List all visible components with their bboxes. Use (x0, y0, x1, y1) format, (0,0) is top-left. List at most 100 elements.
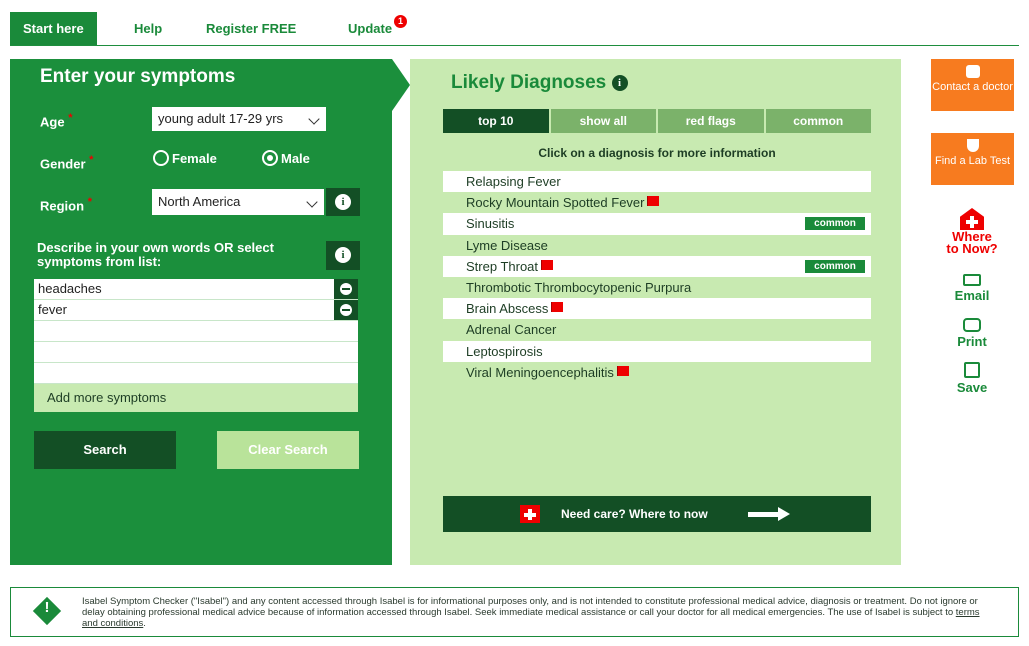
red-flag-icon (551, 302, 564, 313)
info-icon[interactable]: i (611, 75, 628, 91)
red-flag-icon (616, 365, 629, 376)
disclaimer-text: Isabel Symptom Checker ("Isabel") and an… (82, 596, 982, 629)
region-select[interactable]: North America (152, 189, 324, 215)
diagnosis-name: Strep Throat (466, 258, 539, 274)
form-title: Enter your symptoms (40, 66, 236, 87)
required-mark: * (87, 196, 92, 208)
diagnosis-name: Rocky Mountain Spotted Fever (466, 195, 645, 211)
find-lab-label: Find a Lab Test (934, 155, 1010, 167)
arrow-right-icon (748, 507, 790, 521)
diagnosis-item[interactable]: Thrombotic Thrombocytopenic Purpura (443, 277, 871, 298)
symptom-text: fever (38, 302, 67, 317)
gender-label: Gender * (40, 154, 93, 171)
age-label-text: Age (40, 114, 65, 130)
tab-help[interactable]: Help (134, 12, 162, 45)
age-select-value: young adult 17-29 yrs (158, 111, 284, 126)
remove-icon[interactable] (334, 279, 358, 299)
symptom-row-empty[interactable] (34, 363, 358, 384)
diagnosis-item[interactable]: Rocky Mountain Spotted Fever (443, 192, 871, 213)
tab-start-here[interactable]: Start here (10, 12, 97, 45)
diagnosis-item[interactable]: Brain Abscess (443, 298, 871, 320)
required-mark: * (89, 154, 94, 166)
diagnosis-name: Adrenal Cancer (466, 322, 557, 338)
tab-red-flags[interactable]: red flags (658, 109, 764, 133)
region-select-value: North America (158, 194, 241, 209)
gender-male-label: Male (281, 151, 310, 166)
common-badge: common (805, 259, 865, 273)
symptom-row[interactable]: fever (34, 300, 358, 321)
gender-label-text: Gender (40, 156, 86, 172)
need-care-button[interactable]: Need care? Where to now (443, 496, 871, 532)
clear-search-button[interactable]: Clear Search (217, 431, 359, 469)
contact-doctor-label: Contact a doctor (932, 81, 1013, 93)
tab-top-10[interactable]: top 10 (443, 109, 549, 133)
symptom-row[interactable]: headaches (34, 279, 358, 300)
email-button[interactable]: Email (946, 274, 998, 303)
find-lab-test-button[interactable]: Find a Lab Test (931, 133, 1014, 185)
gender-female-radio[interactable]: Female (153, 150, 217, 166)
radio-selected-icon (262, 150, 278, 166)
diagnoses-title-text: Likely Diagnoses (451, 72, 607, 93)
tab-common[interactable]: common (765, 109, 871, 133)
update-badge: 1 (394, 15, 408, 28)
age-select[interactable]: young adult 17-29 yrs (152, 107, 326, 131)
diagnosis-name: Leptospirosis (466, 343, 543, 359)
where-to-now-label: Where to Now? (946, 229, 998, 256)
diagnosis-item[interactable]: Lyme Disease (443, 235, 871, 256)
envelope-icon (963, 274, 981, 286)
contact-doctor-button[interactable]: Contact a doctor (931, 59, 1014, 111)
chevron-down-icon (306, 196, 318, 208)
required-mark: * (68, 112, 73, 124)
symptom-text: headaches (38, 281, 102, 296)
radio-icon (153, 150, 169, 166)
diagnosis-item[interactable]: Strep Throat common (443, 255, 871, 277)
diagnosis-name: Brain Abscess (466, 301, 549, 317)
disclaimer-end: . (143, 618, 146, 629)
add-more-symptoms-button[interactable]: Add more symptoms (34, 384, 358, 412)
red-flag-icon (541, 259, 554, 270)
diagnosis-item[interactable]: Viral Meningoencephalitis (443, 362, 871, 383)
disclaimer-box: ! Isabel Symptom Checker ("Isabel") and … (10, 587, 1019, 637)
region-label: Region * (40, 196, 92, 213)
symptom-row-empty[interactable] (34, 342, 358, 363)
search-button[interactable]: Search (34, 431, 176, 469)
save-button[interactable]: Save (946, 362, 998, 395)
info-icon: i (335, 247, 351, 263)
diagnosis-item[interactable]: Relapsing Fever (443, 171, 871, 193)
describe-label: Describe in your own words OR select sym… (37, 240, 274, 269)
age-label: Age * (40, 112, 72, 129)
tab-show-all[interactable]: show all (550, 109, 656, 133)
diagnosis-item[interactable]: Sinusitis common (443, 213, 871, 235)
tab-update[interactable]: Update 1 (348, 12, 408, 45)
tab-update-label: Update (348, 21, 393, 36)
diagnoses-panel: Likely Diagnoses i top 10 show all red f… (410, 59, 901, 565)
diagnosis-name: Thrombotic Thrombocytopenic Purpura (466, 279, 692, 295)
disclaimer-body: Isabel Symptom Checker ("Isabel") and an… (82, 596, 978, 618)
tab-register[interactable]: Register FREE (206, 12, 296, 45)
red-flag-icon (647, 196, 660, 207)
need-care-label: Need care? Where to now (561, 507, 708, 521)
region-info-button[interactable]: i (326, 188, 360, 216)
exclamation-icon: ! (44, 599, 50, 616)
diagnosis-list: Relapsing Fever Rocky Mountain Spotted F… (443, 171, 871, 383)
email-label: Email (954, 288, 990, 303)
symptoms-info-button[interactable]: i (326, 241, 360, 270)
symptom-row-empty[interactable] (34, 321, 358, 342)
diagnosis-item[interactable]: Adrenal Cancer (443, 319, 871, 340)
diagnoses-title: Likely Diagnoses i (451, 72, 628, 94)
diagnosis-item[interactable]: Leptospirosis (443, 340, 871, 362)
gender-female-label: Female (172, 151, 217, 166)
top-nav: Start here Help Register FREE Update 1 (10, 12, 1019, 46)
symptom-form-panel: Enter your symptoms Age * young adult 17… (10, 59, 392, 565)
gender-male-radio[interactable]: Male (262, 150, 310, 166)
region-label-text: Region (40, 198, 85, 214)
diagnosis-hint: Click on a diagnosis for more informatio… (538, 146, 776, 160)
doctor-icon (965, 65, 980, 78)
diagnosis-name: Relapsing Fever (466, 174, 561, 189)
info-icon: i (335, 194, 351, 210)
remove-icon[interactable] (334, 300, 358, 320)
print-label: Print (957, 334, 987, 349)
chevron-down-icon (308, 113, 320, 125)
print-button[interactable]: Print (946, 318, 998, 349)
where-to-now-button[interactable]: Where to Now? (946, 208, 998, 255)
